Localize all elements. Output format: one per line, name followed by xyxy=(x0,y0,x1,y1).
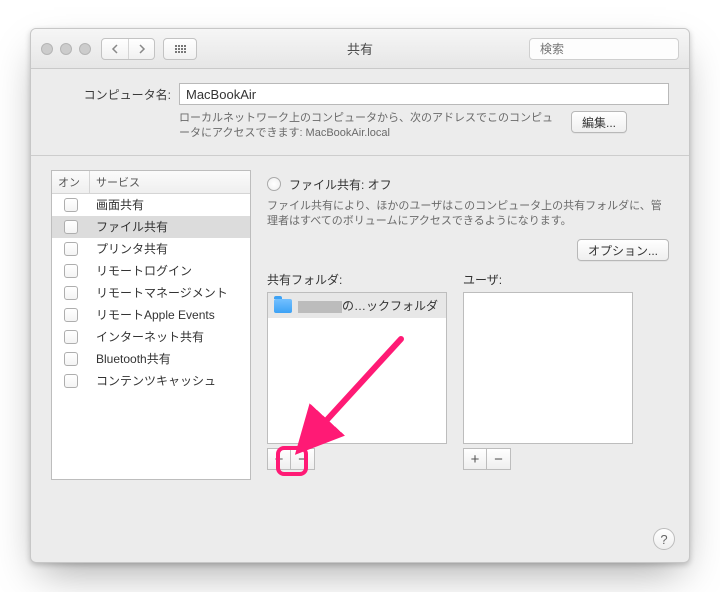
minimize-window-button[interactable] xyxy=(60,43,72,55)
folder-icon xyxy=(274,299,292,313)
nav-back-forward xyxy=(101,38,155,60)
services-body[interactable]: 画面共有ファイル共有プリンタ共有リモートログインリモートマネージメントリモートA… xyxy=(52,194,250,479)
service-checkbox[interactable] xyxy=(64,308,78,322)
service-checkbox[interactable] xyxy=(64,242,78,256)
service-label: リモートApple Events xyxy=(90,306,250,323)
users-list[interactable] xyxy=(463,292,633,444)
services-table: オン サービス 画面共有ファイル共有プリンタ共有リモートログインリモートマネージ… xyxy=(51,170,251,480)
zoom-window-button[interactable] xyxy=(79,43,91,55)
computer-name-note-row: ローカルネットワーク上のコンピュータから、次のアドレスでこのコンピュータにアクセ… xyxy=(179,111,669,141)
window-controls xyxy=(41,43,91,55)
service-label: ファイル共有 xyxy=(90,218,250,235)
content-area: コンピュータ名: ローカルネットワーク上のコンピュータから、次のアドレスでこのコ… xyxy=(31,69,689,496)
edit-hostname-button[interactable]: 編集... xyxy=(571,111,627,133)
on-column-header: オン xyxy=(52,171,90,193)
add-user-button[interactable]: + xyxy=(463,448,487,470)
service-label: インターネット共有 xyxy=(90,328,250,345)
main-columns: オン サービス 画面共有ファイル共有プリンタ共有リモートログインリモートマネージ… xyxy=(51,170,669,480)
service-checkbox[interactable] xyxy=(64,220,78,234)
remove-folder-button[interactable]: − xyxy=(291,448,315,470)
close-window-button[interactable] xyxy=(41,43,53,55)
service-checkbox[interactable] xyxy=(64,352,78,366)
service-label: リモートマネージメント xyxy=(90,284,250,301)
service-description: ファイル共有により、ほかのユーザはこのコンピュータ上の共有フォルダに、管理者はす… xyxy=(267,199,669,230)
sharing-preferences-window: 共有 コンピュータ名: ローカルネットワーク上のコンピュータから、次のアドレスで… xyxy=(30,28,690,563)
titlebar: 共有 xyxy=(31,29,689,69)
show-all-button[interactable] xyxy=(163,38,197,60)
service-label: 画面共有 xyxy=(90,196,250,213)
help-button[interactable]: ? xyxy=(653,528,675,550)
computer-name-label: コンピュータ名: xyxy=(51,86,171,103)
search-input[interactable] xyxy=(540,42,690,56)
service-checkbox[interactable] xyxy=(64,374,78,388)
service-checkbox[interactable] xyxy=(64,330,78,344)
service-row[interactable]: コンテンツキャッシュ xyxy=(52,370,250,392)
services-header: オン サービス xyxy=(52,171,250,194)
service-label: コンテンツキャッシュ xyxy=(90,372,250,389)
back-button[interactable] xyxy=(102,39,128,59)
computer-name-row: コンピュータ名: xyxy=(51,83,669,105)
shared-folders-label: 共有フォルダ: xyxy=(267,271,447,288)
shared-folders-list[interactable]: の…ックフォルダ xyxy=(267,292,447,444)
users-buttons: + − xyxy=(463,448,633,470)
lists-row: 共有フォルダ: の…ックフォルダ + xyxy=(267,271,669,470)
service-label: プリンタ共有 xyxy=(90,240,250,257)
service-checkbox[interactable] xyxy=(64,286,78,300)
status-indicator-off-icon xyxy=(267,177,281,191)
service-checkbox[interactable] xyxy=(64,198,78,212)
chevron-left-icon xyxy=(111,44,119,54)
service-row[interactable]: プリンタ共有 xyxy=(52,238,250,260)
search-field[interactable] xyxy=(529,38,679,60)
add-folder-button[interactable]: + xyxy=(267,448,291,470)
service-label: リモートログイン xyxy=(90,262,250,279)
redacted-text xyxy=(298,301,342,313)
service-row[interactable]: リモートマネージメント xyxy=(52,282,250,304)
remove-user-button[interactable]: − xyxy=(487,448,511,470)
chevron-right-icon xyxy=(138,44,146,54)
service-row[interactable]: リモートApple Events xyxy=(52,304,250,326)
shared-folder-item[interactable]: の…ックフォルダ xyxy=(268,293,446,318)
users-label: ユーザ: xyxy=(463,271,633,288)
status-line: ファイル共有: オフ xyxy=(267,176,669,193)
service-row[interactable]: ファイル共有 xyxy=(52,216,250,238)
forward-button[interactable] xyxy=(128,39,154,59)
service-detail-pane: ファイル共有: オフ ファイル共有により、ほかのユーザはこのコンピュータ上の共有… xyxy=(267,170,669,480)
service-row[interactable]: 画面共有 xyxy=(52,194,250,216)
users-group: ユーザ: + − xyxy=(463,271,633,470)
grid-icon xyxy=(175,45,186,53)
service-label: Bluetooth共有 xyxy=(90,350,250,367)
service-row[interactable]: インターネット共有 xyxy=(52,326,250,348)
divider xyxy=(31,155,689,156)
local-hostname-note: ローカルネットワーク上のコンピュータから、次のアドレスでこのコンピュータにアクセ… xyxy=(179,111,559,141)
computer-name-input[interactable] xyxy=(179,83,669,105)
shared-folders-group: 共有フォルダ: の…ックフォルダ + xyxy=(267,271,447,470)
folder-item-label: の…ックフォルダ xyxy=(298,297,438,314)
service-column-header: サービス xyxy=(90,171,250,193)
options-button[interactable]: オプション... xyxy=(577,239,669,261)
status-label: ファイル共有: オフ xyxy=(289,176,392,193)
service-row[interactable]: リモートログイン xyxy=(52,260,250,282)
shared-folders-buttons: + − xyxy=(267,448,447,470)
service-checkbox[interactable] xyxy=(64,264,78,278)
service-row[interactable]: Bluetooth共有 xyxy=(52,348,250,370)
